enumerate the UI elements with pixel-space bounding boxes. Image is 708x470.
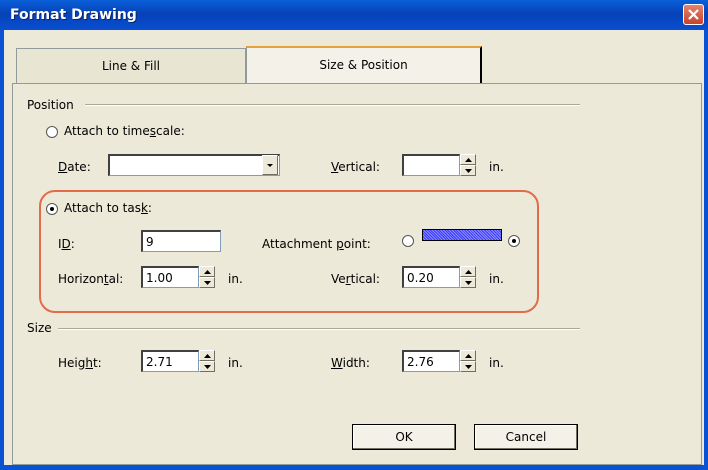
date-label: Date:: [58, 160, 91, 174]
close-icon: [688, 9, 699, 20]
vertical-task-input[interactable]: 0.20: [402, 266, 460, 288]
width-unit: in.: [489, 356, 504, 370]
id-label: ID:: [58, 237, 75, 251]
height-label: Height:: [58, 356, 102, 370]
attachment-point-left-radio[interactable]: [402, 235, 414, 247]
horizontal-spinner[interactable]: [199, 266, 215, 288]
window-title: Format Drawing: [10, 7, 137, 23]
vertical-task-spinner[interactable]: [460, 266, 476, 288]
chevron-down-icon: [465, 169, 472, 173]
spin-up-button[interactable]: [199, 266, 215, 277]
size-heading: Size: [27, 321, 52, 335]
vertical-task-label: Vertical:: [331, 272, 380, 286]
window-frame-left: [0, 30, 4, 470]
close-button[interactable]: [683, 4, 704, 25]
attach-task-radio[interactable]: [46, 203, 58, 215]
position-heading: Position: [27, 98, 74, 112]
spin-down-button[interactable]: [460, 361, 476, 372]
ok-button[interactable]: OK: [352, 424, 456, 450]
date-dropdown-button[interactable]: [262, 155, 278, 175]
chevron-down-icon: [465, 281, 472, 285]
attach-timescale-radio[interactable]: [46, 126, 58, 138]
position-divider: [85, 104, 580, 106]
chevron-down-icon: [267, 164, 273, 167]
spin-up-button[interactable]: [460, 266, 476, 277]
chevron-up-icon: [465, 158, 472, 162]
window-frame-right: [704, 30, 708, 470]
chevron-down-icon: [465, 365, 472, 369]
id-input[interactable]: 9: [141, 230, 221, 252]
width-label: Width:: [331, 356, 370, 370]
vertical-timescale-spinner[interactable]: [460, 154, 476, 176]
chevron-up-icon: [204, 354, 211, 358]
chevron-down-icon: [204, 365, 211, 369]
size-divider: [58, 328, 580, 330]
width-input[interactable]: 2.76: [402, 350, 460, 372]
tab-size-position[interactable]: Size & Position: [246, 46, 482, 83]
height-spinner[interactable]: [199, 350, 215, 372]
spin-up-button[interactable]: [460, 154, 476, 165]
date-select[interactable]: [108, 154, 280, 176]
vertical-timescale-unit: in.: [489, 160, 504, 174]
spin-down-button[interactable]: [460, 165, 476, 176]
vertical-timescale-input[interactable]: [402, 154, 460, 176]
width-spinner[interactable]: [460, 350, 476, 372]
spin-up-button[interactable]: [199, 350, 215, 361]
spin-down-button[interactable]: [199, 361, 215, 372]
vertical-timescale-label: Vertical:: [331, 160, 380, 174]
attach-task-label[interactable]: Attach to task:: [64, 201, 152, 215]
cancel-button[interactable]: Cancel: [474, 424, 578, 450]
chevron-up-icon: [465, 270, 472, 274]
attachment-point-label: Attachment point:: [262, 237, 371, 251]
spin-down-button[interactable]: [199, 277, 215, 288]
attachment-point-preview: [422, 229, 502, 241]
height-unit: in.: [228, 356, 243, 370]
horizontal-input[interactable]: 1.00: [141, 266, 199, 288]
window-frame-bottom: [4, 465, 704, 470]
tab-line-fill[interactable]: Line & Fill: [16, 48, 246, 83]
chevron-up-icon: [204, 270, 211, 274]
spin-up-button[interactable]: [460, 350, 476, 361]
attach-timescale-label[interactable]: Attach to timescale:: [64, 124, 185, 138]
horizontal-label: Horizontal:: [58, 272, 124, 286]
chevron-down-icon: [204, 281, 211, 285]
spin-down-button[interactable]: [460, 277, 476, 288]
height-input[interactable]: 2.71: [141, 350, 199, 372]
horizontal-unit: in.: [228, 272, 243, 286]
vertical-task-unit: in.: [489, 272, 504, 286]
chevron-up-icon: [465, 354, 472, 358]
attachment-point-right-radio[interactable]: [508, 235, 520, 247]
